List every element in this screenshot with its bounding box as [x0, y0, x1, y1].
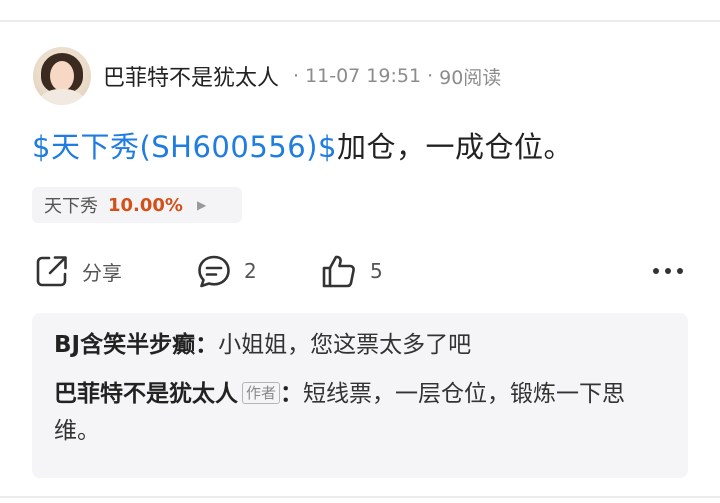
post-date: 11-07 19:51: [305, 65, 422, 87]
comment-author[interactable]: 巴菲特不是犹太人: [54, 381, 238, 407]
action-bar: 分享 2 5: [34, 251, 686, 291]
more-icon: [651, 266, 685, 276]
like-button[interactable]: 5: [320, 251, 383, 291]
like-count: 5: [370, 259, 383, 283]
comment-button[interactable]: 2: [196, 251, 257, 291]
share-icon: [34, 253, 70, 289]
comment-colon: ：: [195, 332, 219, 358]
separator-dot: ·: [427, 65, 434, 87]
post-header: 巴菲特不是犹太人 · 11-07 19:51 · 90阅读: [33, 46, 501, 106]
thumbs-up-icon: [320, 252, 358, 290]
comment-author[interactable]: BJ含笑半步癫: [54, 332, 195, 358]
comment-text: 小姐姐，您这票太多了吧: [218, 332, 472, 358]
comment-colon: ：: [280, 381, 304, 407]
author-badge: 作者: [242, 382, 281, 404]
comment-item[interactable]: 巴菲特不是犹太人 作者 ：短线票，一层仓位，锻炼一下思维。: [54, 376, 666, 450]
comment-icon: [196, 253, 232, 289]
avatar[interactable]: [33, 47, 91, 105]
stock-chip[interactable]: 天下秀 10.00% ▶: [32, 187, 242, 223]
bottom-divider: [0, 496, 720, 498]
comment-count: 2: [244, 259, 257, 283]
share-button[interactable]: 分享: [34, 251, 122, 291]
more-options-button[interactable]: [651, 251, 685, 291]
post-body: $天下秀(SH600556)$加仓，一成仓位。: [32, 124, 573, 166]
comment-item[interactable]: BJ含笑半步癫：小姐姐，您这票太多了吧: [54, 327, 666, 364]
top-divider: [0, 20, 720, 22]
stock-chip-change: 10.00%: [108, 194, 183, 216]
author-name[interactable]: 巴菲特不是犹太人: [103, 60, 279, 92]
separator-dot: ·: [293, 65, 300, 87]
post-text: 加仓，一成仓位。: [336, 130, 573, 164]
stock-chip-name: 天下秀: [44, 196, 98, 217]
triangle-right-icon: ▶: [196, 198, 207, 212]
view-count: 90阅读: [439, 66, 502, 89]
post-meta: · 11-07 19:51 · 90阅读: [287, 63, 501, 90]
share-label: 分享: [82, 260, 122, 285]
stock-link[interactable]: $天下秀(SH600556)$: [32, 130, 337, 164]
comments-box[interactable]: BJ含笑半步癫：小姐姐，您这票太多了吧 巴菲特不是犹太人 作者 ：短线票，一层仓位，…: [32, 313, 688, 478]
